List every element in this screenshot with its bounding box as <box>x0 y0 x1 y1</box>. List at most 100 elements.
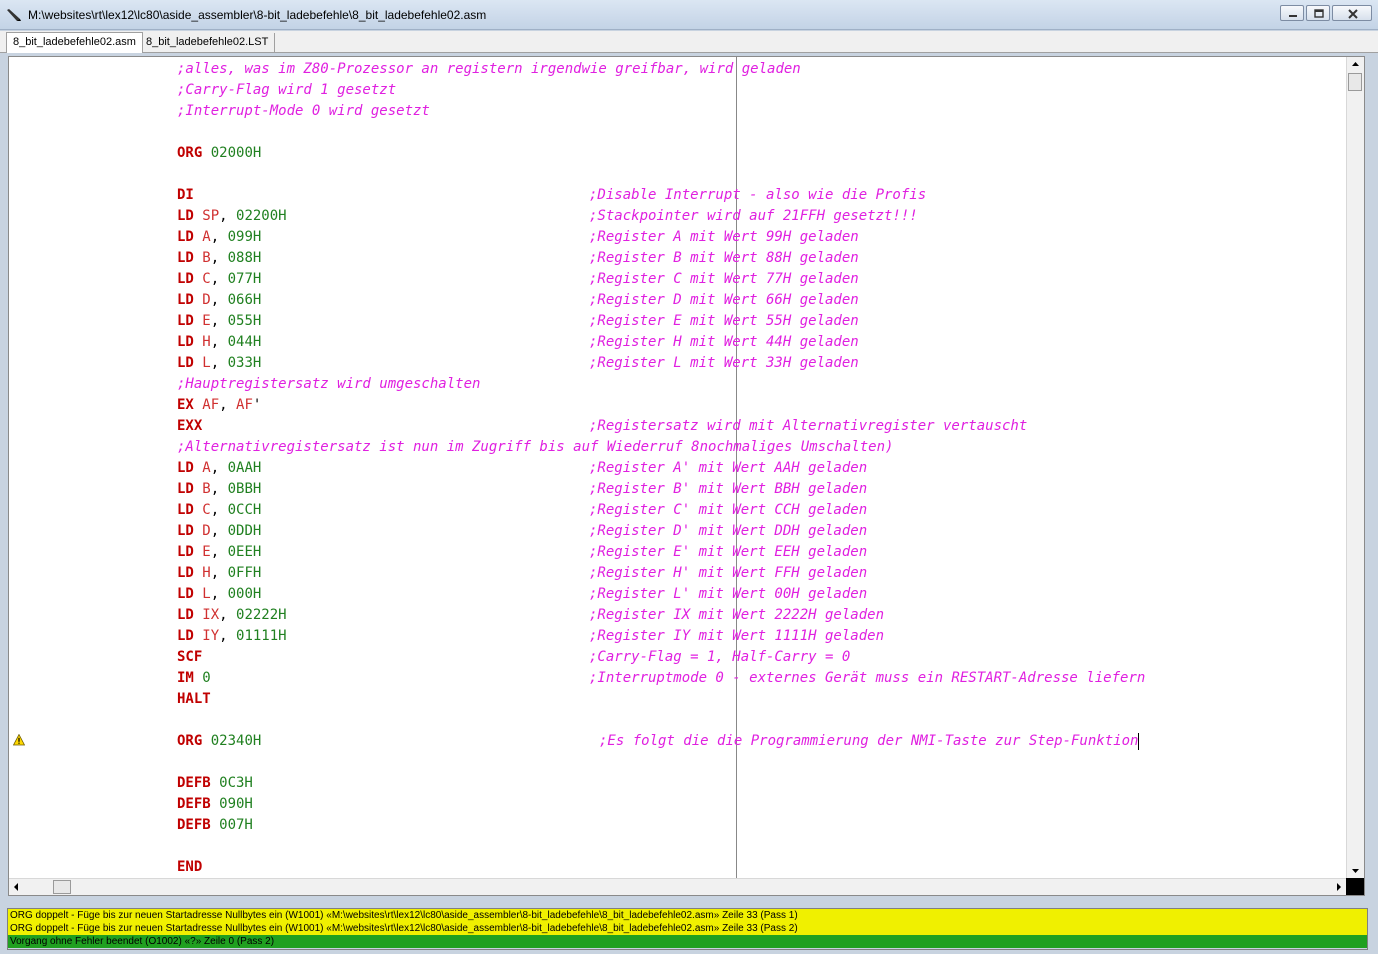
code-comment: ;Register L' mit Wert 00H geladen <box>589 586 868 602</box>
code-segment: LD L, 033H <box>177 353 261 374</box>
code-segment: LD A, 0AAH <box>177 458 261 479</box>
minimize-icon <box>1289 15 1297 17</box>
code-keyword: LD <box>177 229 194 245</box>
tab-asm-file[interactable]: 8_bit_ladebefehle02.asm <box>6 32 143 53</box>
code-line[interactable]: DEFB 0C3H <box>9 773 1339 794</box>
code-line[interactable]: ;alles, was im Z80-Prozessor an register… <box>9 59 1339 80</box>
code-line[interactable]: ORG 02340H ;Es folgt die die Programmieru… <box>9 731 1339 752</box>
code-keyword: DEFB <box>177 796 211 812</box>
scroll-right-arrow-icon[interactable] <box>1332 879 1346 895</box>
scroll-down-arrow-icon[interactable] <box>1347 864 1364 878</box>
code-line[interactable]: ;Hauptregistersatz wird umgeschalten <box>9 374 1339 395</box>
code-line[interactable] <box>9 836 1339 857</box>
code-register: D <box>193 523 211 539</box>
code-line[interactable]: LD D, 066H ;Register D mit Wert 66H gelad… <box>9 290 1339 311</box>
code-line[interactable]: LD IX, 02222H ;Register IX mit Wert 2222H… <box>9 605 1339 626</box>
code-comment: ;Register A mit Wert 99H geladen <box>589 229 859 245</box>
horizontal-scroll-thumb[interactable] <box>53 880 71 894</box>
code-comment: ;Alternativregistersatz ist nun im Zugri… <box>177 439 894 455</box>
code-line[interactable]: ;Alternativregistersatz ist nun im Zugri… <box>9 437 1339 458</box>
code-number: 090H <box>210 796 253 812</box>
code-number: 0BBH <box>219 481 262 497</box>
code-line[interactable]: LD H, 0FFH ;Register H' mit Wert FFH gela… <box>9 563 1339 584</box>
code-line[interactable]: ;Carry-Flag wird 1 gesetzt <box>9 80 1339 101</box>
code-line[interactable]: IM 0 ;Interruptmode 0 - externes Gerät mu… <box>9 668 1339 689</box>
code-segment: ;Carry-Flag = 1, Half-Carry = 0 <box>589 647 850 668</box>
code-register: D <box>193 292 211 308</box>
title-bar: M:\websites\rt\lex12\lc80\aside_assemble… <box>0 0 1378 30</box>
code-punctuation: , <box>210 523 220 539</box>
minimize-button[interactable] <box>1280 5 1304 21</box>
code-line[interactable] <box>9 122 1339 143</box>
code-line[interactable]: LD IY, 01111H ;Register IY mit Wert 1111H… <box>9 626 1339 647</box>
tab-strip: 8_bit_ladebefehle02.asm 8_bit_ladebefehl… <box>0 31 1378 53</box>
close-button[interactable] <box>1332 5 1372 21</box>
code-keyword: DI <box>177 187 194 203</box>
code-keyword: ORG <box>177 145 203 161</box>
code-segment: LD IX, 02222H <box>177 605 287 626</box>
code-area[interactable]: ;alles, was im Z80-Prozessor an register… <box>9 57 1346 878</box>
code-register: L <box>193 586 211 602</box>
message-success[interactable]: Vorgang ohne Fehler beendet (O1002) «?» … <box>8 935 1367 948</box>
code-line[interactable]: LD L, 033H ;Register L mit Wert 33H gelad… <box>9 353 1339 374</box>
code-editor[interactable]: ;alles, was im Z80-Prozessor an register… <box>8 56 1365 896</box>
code-segment: ;Register IY mit Wert 1111H geladen <box>589 626 884 647</box>
code-segment: ;Register E mit Wert 55H geladen <box>589 311 859 332</box>
code-number: 044H <box>219 334 262 350</box>
code-segment: ;Register B mit Wert 88H geladen <box>589 248 859 269</box>
code-line[interactable]: DEFB 007H <box>9 815 1339 836</box>
maximize-button[interactable] <box>1306 5 1330 21</box>
code-line[interactable]: END <box>9 857 1339 878</box>
code-line[interactable]: LD B, 0BBH ;Register B' mit Wert BBH gela… <box>9 479 1339 500</box>
code-line[interactable]: LD D, 0DDH ;Register D' mit Wert DDH gela… <box>9 521 1339 542</box>
code-line[interactable]: LD E, 055H ;Register E mit Wert 55H gelad… <box>9 311 1339 332</box>
code-register: SP <box>193 208 220 224</box>
code-line[interactable]: LD C, 0CCH ;Register C' mit Wert CCH gela… <box>9 500 1339 521</box>
code-line[interactable]: EX AF, AF' <box>9 395 1339 416</box>
scroll-left-arrow-icon[interactable] <box>9 879 23 895</box>
message-warning[interactable]: ORG doppelt - Füge bis zur neuen Startad… <box>8 909 1367 922</box>
tab-lst-file[interactable]: 8_bit_ladebefehle02.LST <box>140 33 276 52</box>
code-line[interactable] <box>9 752 1339 773</box>
code-register: A <box>193 460 211 476</box>
code-line[interactable]: LD SP, 02200H ;Stackpointer wird auf 21FF… <box>9 206 1339 227</box>
code-line[interactable]: LD L, 000H ;Register L' mit Wert 00H gela… <box>9 584 1339 605</box>
code-punctuation: , <box>210 250 220 266</box>
code-line[interactable]: ;Interrupt-Mode 0 wird gesetzt <box>9 101 1339 122</box>
code-punctuation: , <box>210 586 220 602</box>
scroll-up-arrow-icon[interactable] <box>1347 57 1364 71</box>
code-line[interactable]: LD H, 044H ;Register H mit Wert 44H gelad… <box>9 332 1339 353</box>
code-line[interactable]: DEFB 090H <box>9 794 1339 815</box>
code-line[interactable]: LD E, 0EEH ;Register E' mit Wert EEH gela… <box>9 542 1339 563</box>
code-register: IX <box>193 607 220 623</box>
code-line[interactable]: EXX ;Registersatz wird mit Alternativregi… <box>9 416 1339 437</box>
code-line[interactable]: LD A, 099H ;Register A mit Wert 99H gelad… <box>9 227 1339 248</box>
code-punctuation: , <box>210 271 220 287</box>
code-line[interactable] <box>9 164 1339 185</box>
code-line[interactable]: LD A, 0AAH ;Register A' mit Wert AAH gela… <box>9 458 1339 479</box>
code-keyword: LD <box>177 460 194 476</box>
code-line[interactable]: ORG 02000H <box>9 143 1339 164</box>
code-segment: ;alles, was im Z80-Prozessor an register… <box>177 59 801 80</box>
code-segment: ORG 02340H <box>177 731 261 752</box>
message-warning[interactable]: ORG doppelt - Füge bis zur neuen Startad… <box>8 922 1367 935</box>
code-register: E <box>193 544 211 560</box>
code-segment: ;Carry-Flag wird 1 gesetzt <box>177 80 396 101</box>
code-number: 033H <box>219 355 262 371</box>
code-punctuation: , <box>210 460 220 476</box>
horizontal-scrollbar[interactable] <box>9 878 1346 895</box>
code-line[interactable]: LD C, 077H ;Register C mit Wert 77H gelad… <box>9 269 1339 290</box>
vertical-scroll-thumb[interactable] <box>1348 73 1362 91</box>
code-segment: DEFB 090H <box>177 794 253 815</box>
code-punctuation: , <box>219 628 228 644</box>
code-line[interactable] <box>9 710 1339 731</box>
code-number: 0CCH <box>219 502 262 518</box>
vertical-scrollbar[interactable] <box>1346 57 1364 878</box>
code-segment: ;Register E' mit Wert EEH geladen <box>589 542 867 563</box>
code-line[interactable]: LD B, 088H ;Register B mit Wert 88H gelad… <box>9 248 1339 269</box>
code-line[interactable]: DI ;Disable Interrupt - also wie die Prof… <box>9 185 1339 206</box>
code-keyword: LD <box>177 334 194 350</box>
code-segment: ;Register A mit Wert 99H geladen <box>589 227 859 248</box>
code-line[interactable]: HALT <box>9 689 1339 710</box>
code-line[interactable]: SCF ;Carry-Flag = 1, Half-Carry = 0 <box>9 647 1339 668</box>
